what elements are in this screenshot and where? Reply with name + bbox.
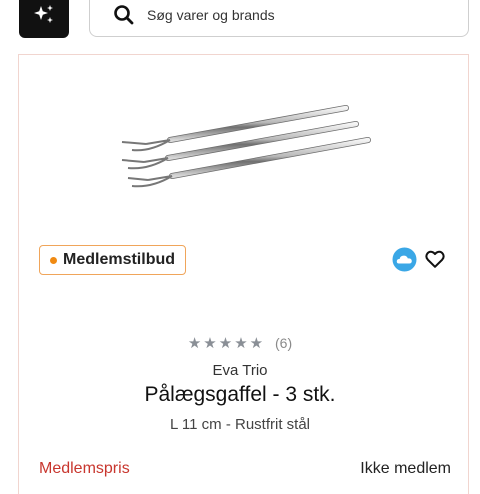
review-count: (6) (275, 335, 293, 352)
product-image[interactable] (110, 100, 375, 200)
member-offer-badge: Medlemstilbud (39, 245, 187, 275)
cloud-icon (392, 247, 417, 272)
badge-dot (50, 256, 57, 264)
non-member-label: Ikke medlem (360, 460, 451, 477)
star-rating-icon: ★★★★★ (187, 335, 266, 353)
sparkle-button[interactable] (19, 0, 69, 38)
search-icon (114, 5, 134, 25)
product-brand: Eva Trio (212, 362, 268, 379)
heart-icon[interactable] (424, 248, 446, 270)
search-placeholder: Søg varer og brands (147, 7, 275, 23)
sparkle-icon (34, 5, 53, 23)
search-input[interactable]: Søg varer og brands (89, 0, 469, 37)
badge-label: Medlemstilbud (63, 251, 176, 268)
product-description: L 11 cm - Rustfrit stål (169, 416, 311, 433)
product-title[interactable]: Pålægsgaffel - 3 stk. (0, 383, 480, 407)
top-bar: Søg varer og brands (0, 0, 480, 48)
rating[interactable]: ★★★★★ (6) (0, 334, 480, 352)
member-price-label: Medlemspris (39, 460, 130, 477)
